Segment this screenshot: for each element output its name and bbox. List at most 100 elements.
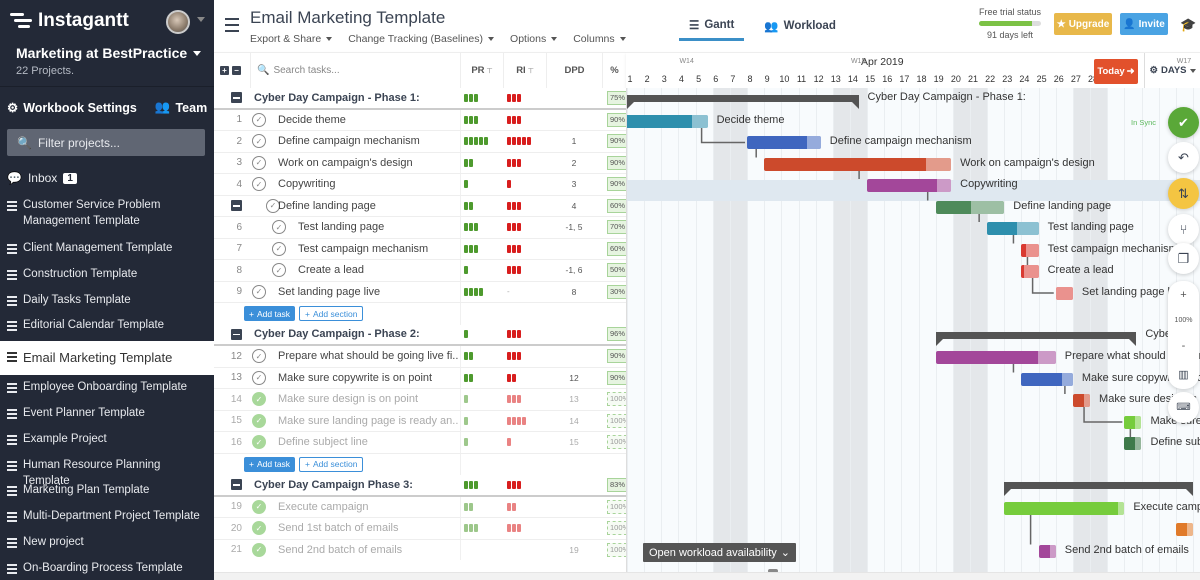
task-row[interactable]: 21 ✓ Send 2nd batch of emails 19 100% [214, 540, 626, 561]
percent-complete[interactable]: 30% [607, 284, 626, 299]
section-summary-bar[interactable] [935, 331, 1137, 346]
zoom-out-button[interactable]: - [1182, 340, 1186, 352]
complete-checkbox[interactable]: ✓ [252, 435, 266, 450]
column-header-dpd[interactable]: DPD [546, 53, 602, 88]
horizontal-scrollbar[interactable] [214, 572, 1200, 580]
duplicate-button[interactable]: ❐ [1168, 243, 1199, 274]
add-section-button[interactable]: + Add section [299, 456, 364, 472]
percent-complete[interactable]: 90% [607, 134, 626, 149]
percent-complete[interactable]: 100% [607, 542, 626, 557]
percent-complete[interactable]: 100% [607, 521, 626, 536]
header-menu-options[interactable]: Options [510, 33, 558, 45]
gantt-bar[interactable] [867, 179, 952, 192]
gantt-bar[interactable] [987, 222, 1039, 235]
percent-complete[interactable]: 90% [607, 112, 626, 127]
user-avatar[interactable] [166, 10, 190, 34]
task-name[interactable]: Define landing page [278, 200, 458, 212]
tab-gantt[interactable]: ☰ Gantt [679, 18, 745, 41]
complete-checkbox[interactable]: ✓ [252, 112, 266, 127]
percent-complete[interactable]: 100% [607, 499, 626, 514]
sort-button[interactable]: ⇅ [1168, 178, 1199, 209]
workspace-selector[interactable]: Marketing at BestPractice [16, 45, 202, 61]
zoom-in-button[interactable]: + [1180, 289, 1186, 301]
task-row[interactable]: ✓ Define landing page 4 60% [214, 196, 626, 217]
sidebar-project-item[interactable]: On-Boarding Process Template [0, 557, 214, 580]
sidebar-project-item[interactable]: Multi-Department Project Template [0, 505, 214, 531]
dependency-arrow[interactable] [1031, 278, 1054, 294]
task-name[interactable]: Make sure copywrite is on point [278, 372, 458, 384]
keyboard-button[interactable]: ⌨ [1168, 392, 1199, 423]
gantt-bar[interactable] [764, 157, 952, 171]
search-tasks-input[interactable]: 🔍 Search tasks... [250, 53, 460, 88]
collapse-task-icon[interactable] [231, 200, 242, 212]
task-row[interactable]: 1 ✓ Decide theme 90% [214, 110, 626, 131]
gantt-bar[interactable] [1175, 523, 1193, 536]
gantt-bar[interactable] [1072, 394, 1091, 407]
percent-complete[interactable]: 83% [607, 477, 626, 492]
percent-complete[interactable]: 90% [607, 370, 626, 385]
percent-complete[interactable]: 75% [607, 90, 626, 105]
task-row[interactable]: 15 ✓ Make sure landing page is ready an...… [214, 411, 626, 432]
open-workload-availability-button[interactable]: Open workload availability ⌄ [643, 543, 797, 562]
today-button[interactable]: Today ➜ [1094, 59, 1138, 84]
gantt-bar[interactable] [1021, 243, 1039, 257]
collapse-section-icon[interactable] [231, 479, 242, 491]
task-row[interactable]: 6 ✓ Test landing page -1, 5 70% [214, 217, 626, 239]
sidebar-project-item[interactable]: Human Resource Planning Template [0, 454, 214, 487]
complete-checkbox[interactable]: ✓ [272, 241, 286, 256]
task-name[interactable]: Cyber Day Campaign - Phase 2: [254, 328, 434, 340]
tab-workload[interactable]: 👥 Workload [764, 18, 836, 41]
gantt-bar[interactable] [935, 200, 1005, 214]
gantt-bar[interactable] [1021, 372, 1073, 386]
percent-complete[interactable]: 50% [607, 263, 626, 278]
task-row[interactable]: 19 ✓ Execute campaign 100% [214, 497, 626, 518]
task-name[interactable]: Decide theme [278, 114, 458, 126]
filter-projects-input[interactable]: 🔍 Filter projects... [7, 129, 205, 156]
task-name[interactable]: Create a lead [298, 264, 478, 276]
task-name[interactable]: Cyber Day Campaign - Phase 1: [254, 92, 434, 104]
complete-checkbox[interactable]: ✓ [252, 349, 266, 364]
percent-complete[interactable]: 60% [607, 198, 626, 213]
sidebar-project-item[interactable]: Daily Tasks Template [0, 289, 214, 315]
section-summary-bar[interactable] [1004, 482, 1193, 496]
percent-complete[interactable]: 96% [607, 327, 626, 342]
collapse-section-icon[interactable] [231, 92, 242, 104]
column-header-pr[interactable]: PR ⊤ [460, 53, 503, 88]
complete-checkbox[interactable]: ✓ [272, 220, 286, 235]
complete-checkbox[interactable]: ✓ [272, 263, 286, 278]
add-section-button[interactable]: + Add section [299, 306, 364, 321]
complete-checkbox[interactable]: ✓ [252, 155, 266, 170]
task-name[interactable]: Execute campaign [278, 501, 458, 513]
task-row[interactable]: 16 ✓ Define subject line 15 100% [214, 432, 626, 454]
task-row[interactable]: 13 ✓ Make sure copywrite is on point 12 90% [214, 368, 626, 389]
task-name[interactable]: Make sure landing page is ready an... [278, 415, 458, 427]
task-name[interactable]: Prepare what should be going live fi... [278, 350, 458, 362]
sidebar-project-item[interactable]: Construction Template [0, 263, 214, 289]
percent-complete[interactable]: 90% [607, 155, 626, 170]
complete-checkbox[interactable]: ✓ [252, 134, 266, 149]
task-name[interactable]: Copywriting [278, 178, 458, 190]
task-row[interactable]: 2 ✓ Define campaign mechanism 1 90% [214, 131, 626, 153]
sidebar-project-item[interactable]: Email Marketing Template [0, 341, 214, 376]
complete-checkbox[interactable]: ✓ [252, 392, 266, 407]
percent-complete[interactable]: 100% [607, 413, 626, 428]
percent-complete[interactable]: 70% [607, 220, 626, 235]
dependency-arrow[interactable] [700, 127, 746, 144]
gantt-bar[interactable] [1055, 286, 1073, 300]
app-logo[interactable]: Instagantt [10, 10, 129, 32]
invite-button[interactable]: 👤 Invite [1120, 13, 1168, 35]
task-row[interactable]: 9 ✓ Set landing page live - 8 30% [214, 282, 626, 303]
inbox-link[interactable]: 💬 Inbox 1 [7, 171, 77, 185]
complete-checkbox[interactable]: ✓ [252, 542, 266, 557]
task-name[interactable]: Work on campaign's design [278, 157, 458, 169]
gantt-bar[interactable] [935, 351, 1056, 364]
task-name[interactable]: Make sure design is on point [278, 393, 458, 405]
section-row[interactable]: Cyber Day Campaign Phase 3: 83% [214, 475, 626, 497]
timescale-selector[interactable]: ⚙ DAYS [1144, 53, 1200, 88]
task-name[interactable]: Test landing page [298, 221, 478, 233]
header-menu-export-share[interactable]: Export & Share [250, 33, 333, 45]
undo-button[interactable]: ↶ [1168, 142, 1199, 173]
sync-check-button[interactable]: ✔ [1168, 107, 1199, 138]
complete-checkbox[interactable]: ✓ [252, 284, 266, 299]
task-row[interactable]: 7 ✓ Test campaign mechanism 60% [214, 239, 626, 260]
